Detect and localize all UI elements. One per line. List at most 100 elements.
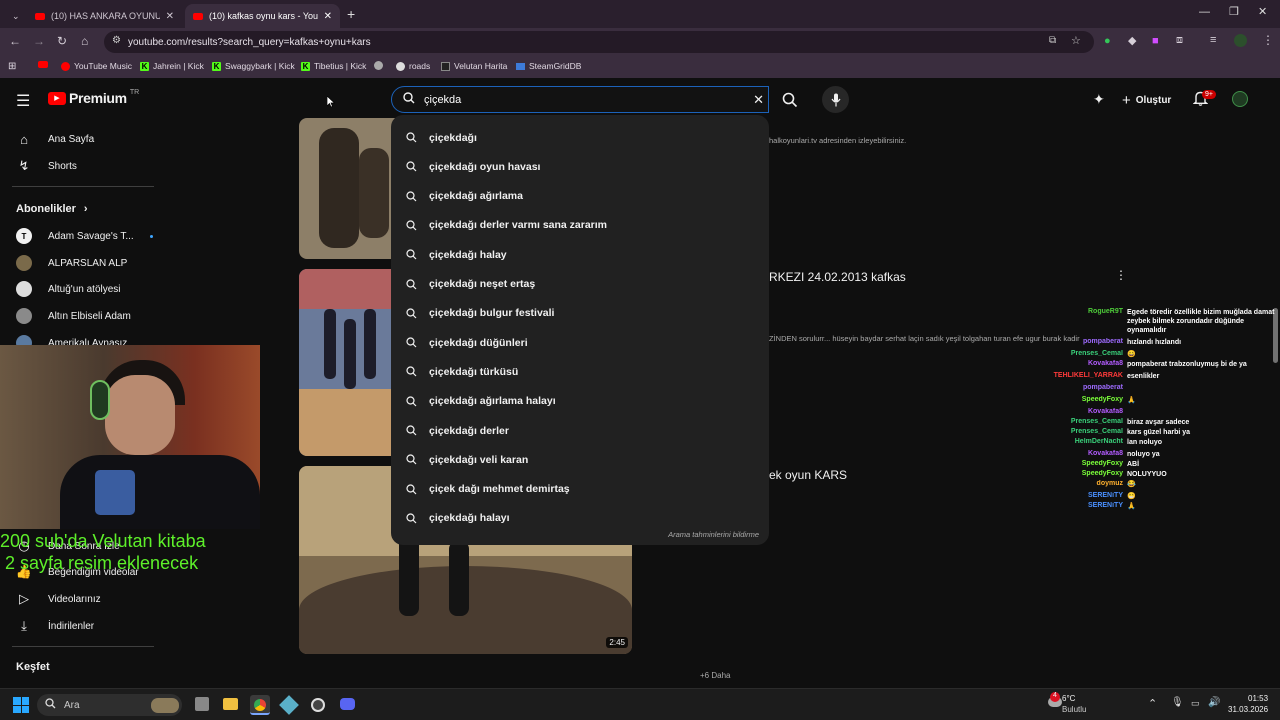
extension-icon[interactable]: ■ [1152, 35, 1159, 47]
video-title[interactable]: ek oyun KARS [769, 468, 847, 482]
bookmark-globe[interactable] [374, 61, 383, 70]
search-suggestion[interactable]: çiçekdağı derler varmı sana zararım [391, 211, 769, 240]
sidebar-item-your-videos[interactable]: ▷ Videolarınız [16, 591, 101, 607]
search-suggestion[interactable]: çiçekdağı oyun havası [391, 152, 769, 181]
sidebar-item-downloads[interactable]: ⤓ İndirilenler [16, 618, 94, 634]
search-suggestion[interactable]: çiçekdağı neşet ertaş [391, 270, 769, 299]
bookmark-steamgriddb[interactable]: SteamGridDB [516, 61, 581, 71]
weather-desc: Bulutlu [1062, 705, 1087, 714]
tab-list-button[interactable]: ⌄ [4, 4, 24, 28]
file-explorer-icon[interactable] [223, 698, 238, 710]
bookmark-jahrein[interactable]: K Jahrein | Kick [140, 61, 204, 71]
app-icon[interactable] [279, 695, 299, 715]
bookmark-roads[interactable]: roads [396, 61, 430, 71]
chevron-right-icon: › [83, 203, 88, 215]
hamburger-menu-icon[interactable]: ☰ [16, 91, 30, 111]
search-suggestion[interactable]: çiçekdağı veli karan [391, 445, 769, 474]
tab-2[interactable]: (10) kafkas oynu kars - YouTube ✕ [185, 4, 340, 28]
restore-button[interactable]: ❐ [1229, 5, 1239, 18]
discord-icon[interactable] [340, 698, 355, 710]
more-results-link[interactable]: +6 Daha [700, 671, 730, 680]
tray-chevron-icon[interactable]: ⌃ [1148, 697, 1157, 710]
chat-username: SpeedyFoxy [1081, 470, 1123, 477]
minimize-button[interactable]: — [1199, 6, 1210, 18]
network-icon[interactable]: ▭ [1191, 698, 1200, 709]
back-icon[interactable]: ← [9, 34, 21, 48]
site-info-icon[interactable]: ⚙ [112, 35, 121, 46]
search-icon [393, 366, 429, 377]
microphone [95, 470, 135, 515]
close-icon[interactable]: ✕ [324, 11, 332, 22]
chat-message: Prenses_Cemal kars güzel harbi ya [1040, 428, 1280, 437]
ai-sparkle-icon[interactable]: ✦ [1093, 91, 1105, 108]
media-icon[interactable]: ≡ [1210, 34, 1216, 46]
home-icon[interactable]: ⌂ [81, 34, 88, 48]
url-field[interactable]: ⚙ youtube.com/results?search_query=kafka… [104, 31, 1094, 53]
puzzle-icon[interactable]: ⧈ [1176, 34, 1183, 47]
account-avatar[interactable] [1232, 91, 1248, 107]
youtube-logo[interactable]: ▶ Premium TR [48, 89, 139, 106]
search-suggestion[interactable]: çiçekdağı derler [391, 416, 769, 445]
search-box[interactable]: çiçekda ✕ [391, 86, 769, 113]
sidebar-item-shorts[interactable]: ↯ Shorts [16, 158, 77, 174]
search-suggestion[interactable]: çiçekdağı bulgur festivali [391, 299, 769, 328]
more-options-icon[interactable]: ⋮ [1115, 268, 1127, 282]
cast-icon[interactable]: ⧉ [1049, 35, 1056, 46]
sidebar-sub-item[interactable]: Altuğ'un atölyesi [16, 281, 121, 297]
bookmark-swaggybark[interactable]: K Swaggybark | Kick [212, 61, 295, 71]
forward-icon[interactable]: → [33, 34, 45, 48]
extension-icon[interactable]: ◆ [1128, 34, 1136, 47]
weather-temp[interactable]: 6°C [1062, 694, 1075, 703]
profile-avatar[interactable] [1234, 34, 1247, 47]
bookmark-youtube-music[interactable]: YouTube Music [61, 61, 132, 71]
close-icon[interactable]: ✕ [166, 11, 174, 22]
task-view-icon[interactable] [195, 697, 209, 711]
search-suggestion[interactable]: çiçekdağı halayı [391, 504, 769, 533]
new-tab-button[interactable]: + [347, 6, 355, 22]
search-suggestion[interactable]: çiçekdağı düğünleri [391, 328, 769, 357]
search-suggestion[interactable]: çiçekdağı ağırlama [391, 182, 769, 211]
apps-icon[interactable]: ⊞ [8, 61, 16, 72]
clock-time[interactable]: 01:53 [1248, 694, 1268, 703]
video-title[interactable]: RKEZI 24.02.2013 kafkas [769, 270, 906, 284]
reload-icon[interactable]: ↻ [57, 34, 67, 48]
sidebar-sub-item[interactable]: T Adam Savage's T... [16, 228, 153, 244]
search-suggestion[interactable]: çiçek dağı mehmet demirtaş [391, 475, 769, 504]
search-suggestion[interactable]: çiçekdağı [391, 123, 769, 152]
subscriptions-header[interactable]: Abonelikler › [16, 203, 88, 215]
video-description: halkoyunlari.tv adresinden izleyebilirsi… [769, 136, 907, 145]
tab-1[interactable]: (10) HAS ANKARA OYUNU & Al ✕ [27, 4, 182, 28]
chat-text: lan noluyo [1127, 439, 1162, 446]
search-suggestion[interactable]: çiçekdağı türküsü [391, 357, 769, 386]
dancer-figure [399, 536, 419, 616]
search-button[interactable] [769, 86, 811, 113]
chat-message: SpeedyFoxy NOLUYYUO [1040, 470, 1280, 479]
search-suggestion[interactable]: çiçekdağı ağırlama halayı [391, 387, 769, 416]
bookmark-tibetius[interactable]: K Tibetius | Kick [301, 61, 366, 71]
report-predictions-link[interactable]: Arama tahminlerini bildirme [668, 530, 759, 539]
microphone-icon[interactable]: 🎙 [1171, 697, 1184, 708]
bookmark-velutan-harita[interactable]: Velutan Harita [441, 61, 507, 71]
star-icon[interactable]: ☆ [1071, 34, 1081, 47]
search-suggestion[interactable]: çiçekdağı halay [391, 240, 769, 269]
obs-icon[interactable] [311, 698, 325, 712]
volume-icon[interactable]: 🔊 [1208, 697, 1220, 708]
taskbar-search[interactable]: Ara [37, 694, 182, 716]
window-close-button[interactable]: ✕ [1258, 5, 1267, 18]
menu-icon[interactable]: ⋮ [1262, 33, 1274, 47]
sidebar-sub-item[interactable]: ALPARSLAN ALP [16, 255, 127, 271]
voice-search-button[interactable] [822, 86, 849, 113]
bookmark-youtube[interactable] [38, 61, 48, 68]
sidebar-sub-item[interactable]: Altın Elbiseli Adam [16, 308, 131, 324]
chat-message: SERENiTY 😁 [1040, 492, 1280, 501]
clock-date[interactable]: 31.03.2026 [1228, 705, 1268, 714]
windows-start-icon[interactable] [13, 697, 29, 713]
sidebar-item-home[interactable]: ⌂ Ana Sayfa [16, 131, 94, 147]
extension-icon[interactable]: ● [1104, 35, 1111, 47]
bookmark-label: Velutan Harita [454, 61, 508, 71]
create-button[interactable]: + Oluştur [1122, 92, 1171, 109]
home-icon: ⌂ [20, 131, 28, 147]
chat-text: 😄 [1127, 351, 1136, 358]
search-input[interactable]: çiçekda [424, 94, 461, 106]
clear-search-icon[interactable]: ✕ [753, 92, 764, 108]
